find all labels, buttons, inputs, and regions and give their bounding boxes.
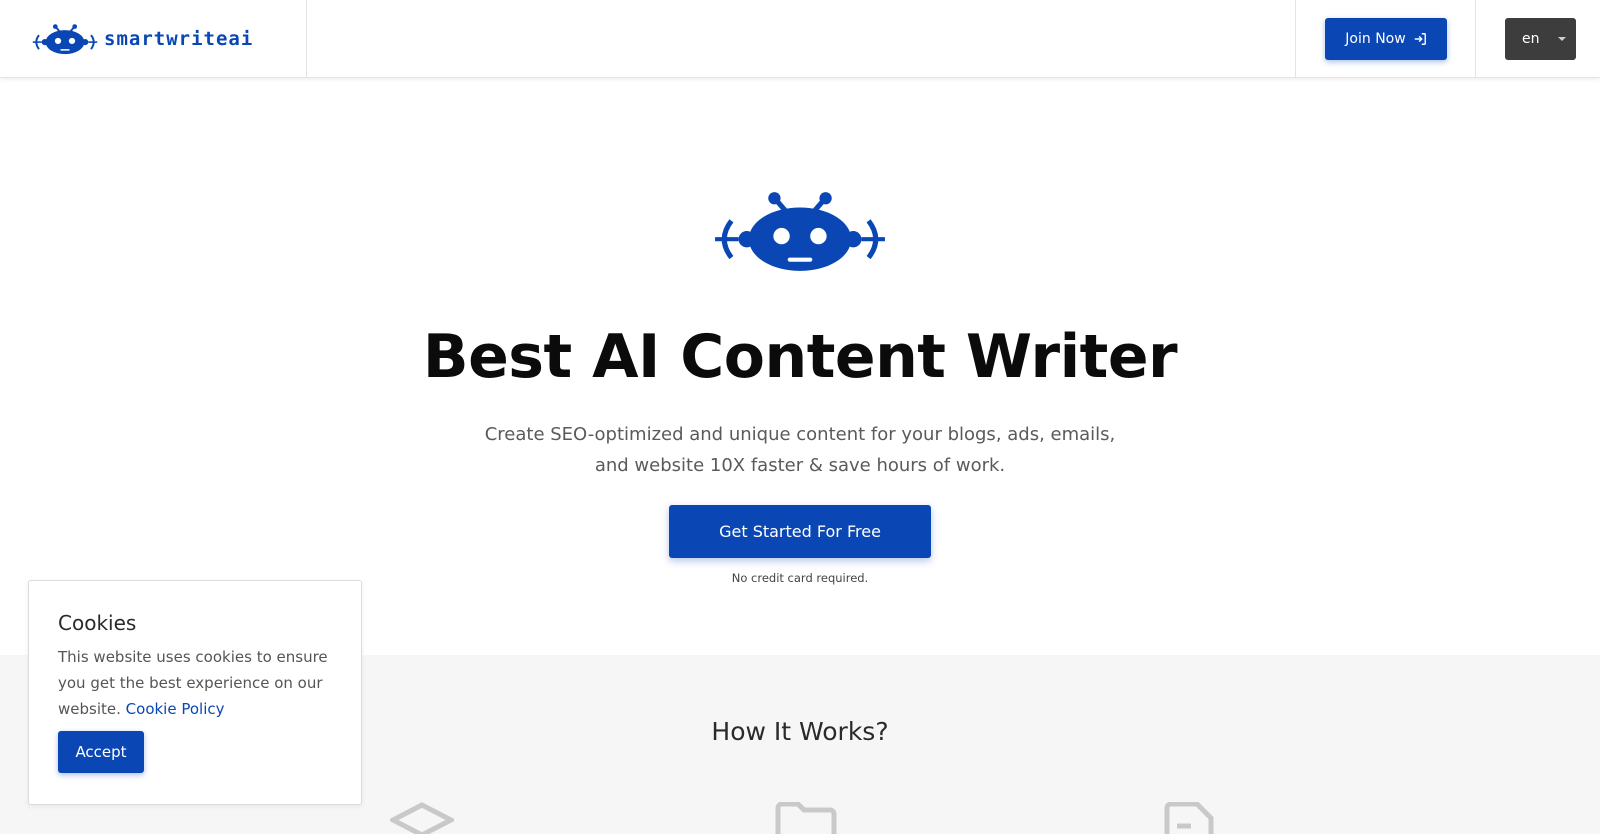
site-header: smartwriteai Join Now en <box>0 0 1600 78</box>
layers-icon <box>390 802 454 834</box>
brand-logo[interactable]: smartwriteai <box>32 22 253 56</box>
hero-subtitle: Create SEO-optimized and unique content … <box>484 424 1116 476</box>
robot-logo-icon <box>32 24 98 55</box>
file-text-icon <box>1164 802 1214 834</box>
get-started-button[interactable]: Get Started For Free <box>669 505 931 558</box>
header-divider <box>306 0 307 78</box>
cookie-banner: Cookies This website uses cookies to ens… <box>28 580 362 805</box>
cookie-policy-link[interactable]: Cookie Policy <box>126 700 225 718</box>
header-divider <box>1475 0 1476 78</box>
join-now-label: Join Now <box>1345 31 1406 47</box>
hero-title: Best AI Content Writer <box>422 322 1178 392</box>
accept-cookies-button[interactable]: Accept <box>58 731 144 773</box>
language-dropdown[interactable]: en <box>1505 18 1576 60</box>
cookie-title: Cookies <box>58 611 137 635</box>
folder-icon <box>775 802 837 834</box>
brand-name: smartwriteai <box>104 28 254 50</box>
sign-in-icon <box>1414 33 1426 45</box>
header-divider <box>1295 0 1296 78</box>
robot-mascot-icon <box>715 192 885 271</box>
language-value: en <box>1522 31 1540 47</box>
join-now-button[interactable]: Join Now <box>1325 18 1447 60</box>
cookie-message: This website uses cookies to ensure you … <box>58 644 328 722</box>
chevron-down-icon <box>1557 37 1566 41</box>
